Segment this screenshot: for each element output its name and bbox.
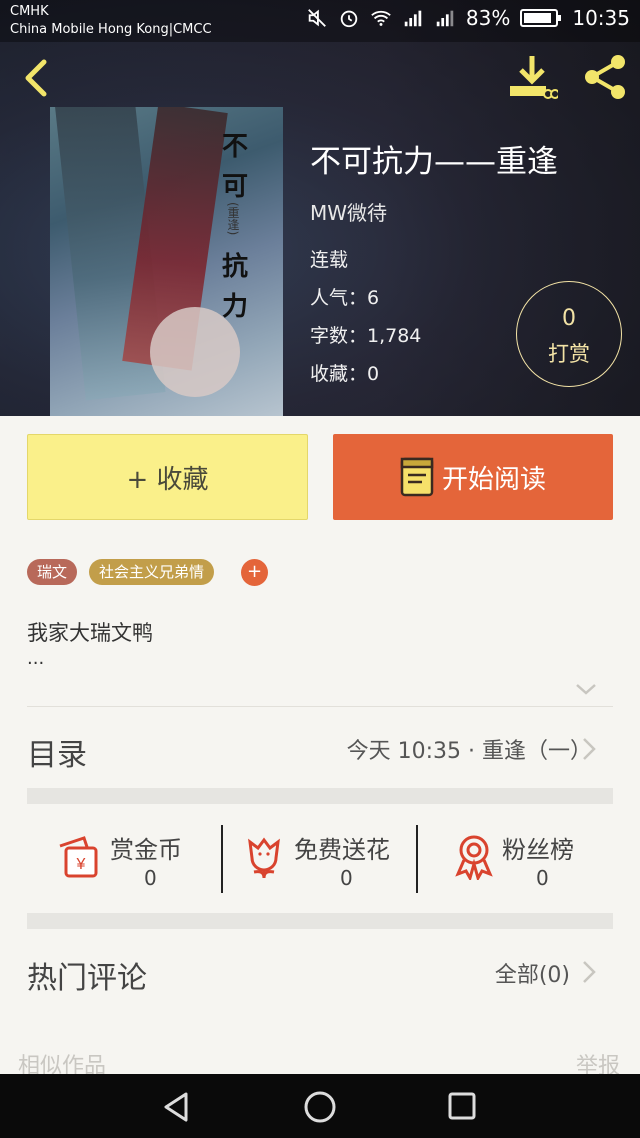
book-cover[interactable]: 不 可 抗 力 (重逢) bbox=[50, 107, 283, 416]
tag-chip[interactable]: 社会主义兄弟情 bbox=[89, 559, 215, 585]
hot-comments-label: 热门评论 bbox=[27, 961, 147, 996]
clock-time: 10:35 bbox=[572, 6, 630, 30]
flower-icon bbox=[248, 837, 280, 879]
wifi-icon bbox=[371, 10, 391, 26]
nav-home-icon[interactable] bbox=[302, 1089, 338, 1125]
stat-value: 0 bbox=[144, 866, 157, 890]
red-envelope-icon: ¥ bbox=[59, 836, 98, 878]
favorites-count: 收藏：0 bbox=[310, 363, 380, 385]
signal-icon bbox=[404, 10, 422, 27]
status-bar: CMHK China Mobile Hong Kong|CMCC 83% 10:… bbox=[0, 0, 640, 42]
battery-percent: 83% bbox=[465, 6, 511, 30]
nav-recents-icon[interactable] bbox=[447, 1091, 477, 1121]
divider bbox=[27, 706, 613, 707]
carrier-name: CMHK bbox=[10, 4, 49, 19]
book-title: 不可抗力——重逢 bbox=[310, 144, 558, 180]
book-icon bbox=[400, 457, 434, 497]
stat-value: 0 bbox=[536, 866, 549, 890]
carrier-network: China Mobile Hong Kong|CMCC bbox=[10, 22, 212, 37]
all-comments-link[interactable]: 全部(0) bbox=[495, 957, 570, 989]
section-separator bbox=[27, 788, 613, 804]
battery-icon bbox=[520, 9, 562, 27]
tip-count: 0 bbox=[562, 306, 576, 331]
cover-title-char: 不 bbox=[221, 132, 248, 162]
stat-label: 粉丝榜 bbox=[502, 836, 574, 864]
chevron-down-icon[interactable] bbox=[574, 680, 598, 698]
svg-text:¥: ¥ bbox=[76, 856, 86, 873]
cover-subtitle: (重逢) bbox=[226, 202, 240, 236]
medal-icon bbox=[455, 835, 493, 880]
book-description: 我家大瑞文鸭 bbox=[27, 621, 153, 645]
free-flower-stat[interactable]: 免费送花 0 bbox=[240, 820, 410, 900]
read-label: 开始阅读 bbox=[441, 464, 546, 495]
description-ellipsis: ... bbox=[27, 648, 45, 669]
cover-title-char: 力 bbox=[221, 292, 248, 322]
stat-label: 免费送花 bbox=[294, 836, 390, 864]
alarm-icon bbox=[340, 10, 358, 28]
download-icon[interactable] bbox=[506, 54, 558, 100]
table-of-contents-label[interactable]: 目录 bbox=[27, 730, 87, 774]
stat-divider bbox=[416, 825, 418, 893]
chevron-right-icon[interactable] bbox=[582, 737, 596, 761]
tag-chip[interactable]: 瑞文 bbox=[27, 559, 78, 585]
section-separator bbox=[27, 913, 613, 929]
mute-icon bbox=[308, 9, 326, 27]
add-tag-button[interactable]: + bbox=[241, 559, 268, 586]
back-arrow-icon[interactable] bbox=[16, 56, 56, 100]
popularity-count: 人气：6 bbox=[310, 287, 380, 309]
stat-label: 赏金币 bbox=[110, 836, 182, 864]
cover-title-char: 抗 bbox=[221, 252, 248, 282]
nav-back-icon[interactable] bbox=[160, 1090, 194, 1124]
book-header: CMHK China Mobile Hong Kong|CMCC 83% 10:… bbox=[0, 0, 640, 416]
latest-chapter-link[interactable]: 今天 10:35 · 重逢（一） bbox=[347, 733, 592, 765]
system-navigation-bar bbox=[0, 1074, 640, 1138]
fan-ranking-stat[interactable]: 粉丝榜 0 bbox=[450, 820, 610, 900]
tip-label: 打赏 bbox=[548, 342, 590, 366]
roaming-signal-icon bbox=[436, 10, 454, 27]
stat-value: 0 bbox=[340, 866, 353, 890]
reward-coins-stat[interactable]: ¥ 赏金币 0 bbox=[54, 820, 214, 900]
add-to-collection-button[interactable]: + 收藏 bbox=[27, 434, 308, 520]
book-status: 连载 bbox=[310, 249, 349, 271]
book-author[interactable]: MW微待 bbox=[310, 197, 387, 226]
word-count: 字数：1,784 bbox=[310, 325, 422, 347]
collect-label: + 收藏 bbox=[126, 464, 209, 495]
cover-title-char: 可 bbox=[221, 172, 248, 202]
start-reading-button[interactable]: 开始阅读 bbox=[333, 434, 613, 520]
chevron-right-icon[interactable] bbox=[582, 960, 596, 984]
share-icon[interactable] bbox=[580, 52, 630, 102]
stat-divider bbox=[221, 825, 223, 893]
tip-button[interactable]: 0 打赏 bbox=[516, 281, 622, 387]
